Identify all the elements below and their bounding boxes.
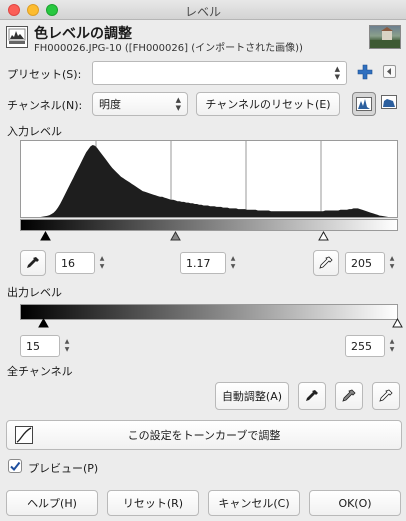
input-levels-label: 入力レベル (7, 125, 62, 138)
log-histogram-icon[interactable] (381, 95, 399, 113)
output-low-field[interactable]: 15 (20, 335, 60, 357)
reset-button[interactable]: リセット(R) (107, 490, 199, 516)
input-high-handle[interactable] (318, 230, 329, 241)
window-title: レベル (184, 5, 221, 19)
black-picker-all-button[interactable] (298, 382, 326, 410)
gray-picker-all-button[interactable] (335, 382, 363, 410)
output-low-value: 15 (26, 339, 40, 353)
preset-menu-icon[interactable] (383, 65, 396, 78)
channel-combo[interactable]: 明度 ▲ ▼ (92, 92, 188, 116)
eyedropper-icon (306, 390, 318, 401)
checkmark-icon (10, 461, 21, 472)
output-high-value: 255 (351, 339, 372, 353)
output-low-spinner[interactable]: ▲ ▼ (61, 336, 73, 356)
reset-channel-button[interactable]: チャンネルのリセット(E) (196, 92, 340, 116)
updown-arrows-icon: ▲ ▼ (334, 65, 340, 81)
edit-as-curves-button[interactable]: この設定をトーンカーブで調整 (6, 420, 402, 450)
presets-combo[interactable]: ▲ ▼ (92, 61, 347, 85)
levels-icon (6, 26, 28, 48)
output-high-handle[interactable] (392, 317, 403, 328)
output-low-handle[interactable] (38, 317, 49, 328)
eyedropper-icon (27, 257, 39, 268)
eyedropper-icon (379, 389, 393, 402)
cancel-button[interactable]: キャンセル(C) (208, 490, 300, 516)
ok-button[interactable]: OK(O) (309, 490, 401, 516)
edit-as-curves-label: この設定をトーンカーブで調整 (127, 429, 281, 442)
output-high-field[interactable]: 255 (345, 335, 385, 357)
presets-label: プリセット(S): (7, 68, 82, 81)
gamma-field[interactable]: 1.17 (180, 252, 226, 274)
white-picker-all-button[interactable] (372, 382, 400, 410)
output-high-spinner[interactable]: ▲ ▼ (386, 336, 398, 356)
channel-value: 明度 (99, 98, 121, 111)
input-low-handle[interactable] (40, 230, 51, 241)
input-low-spinner[interactable]: ▲ ▼ (96, 253, 108, 273)
input-high-spinner[interactable]: ▲ ▼ (386, 253, 398, 273)
input-low-field[interactable]: 16 (55, 252, 95, 274)
input-low-value: 16 (61, 256, 75, 270)
preview-checkbox[interactable] (8, 459, 22, 473)
output-gradient-bar (20, 304, 398, 320)
histogram-area (21, 145, 397, 217)
input-gradient-bar (20, 219, 398, 231)
black-point-picker-button[interactable] (20, 250, 46, 276)
histogram-view (20, 140, 398, 218)
linear-histogram-icon[interactable] (352, 92, 376, 116)
output-levels-label: 出力レベル (7, 286, 62, 299)
gamma-spinner[interactable]: ▲ ▼ (227, 253, 239, 273)
gamma-value: 1.17 (186, 256, 211, 270)
input-high-value: 205 (351, 256, 372, 270)
dialog-subtitle: FH000026.JPG-10 ([FH000026] (インポートされた画像)… (34, 43, 303, 54)
eyedropper-icon (342, 389, 356, 402)
preview-label: プレビュー(P) (28, 462, 99, 475)
auto-adjust-button[interactable]: 自動調整(A) (215, 382, 289, 410)
add-preset-icon[interactable] (356, 63, 374, 81)
eyedropper-icon (319, 256, 333, 269)
curves-icon (15, 426, 33, 447)
input-high-field[interactable]: 205 (345, 252, 385, 274)
help-button[interactable]: ヘルプ(H) (6, 490, 98, 516)
updown-arrows-icon: ▲ ▼ (175, 96, 181, 112)
all-channels-label: 全チャンネル (7, 365, 73, 378)
window-titlebar: レベル (0, 0, 406, 20)
channel-label: チャンネル(N): (7, 99, 83, 112)
input-gamma-handle[interactable] (170, 230, 181, 241)
white-point-picker-button[interactable] (313, 250, 339, 276)
image-thumbnail (369, 25, 401, 49)
